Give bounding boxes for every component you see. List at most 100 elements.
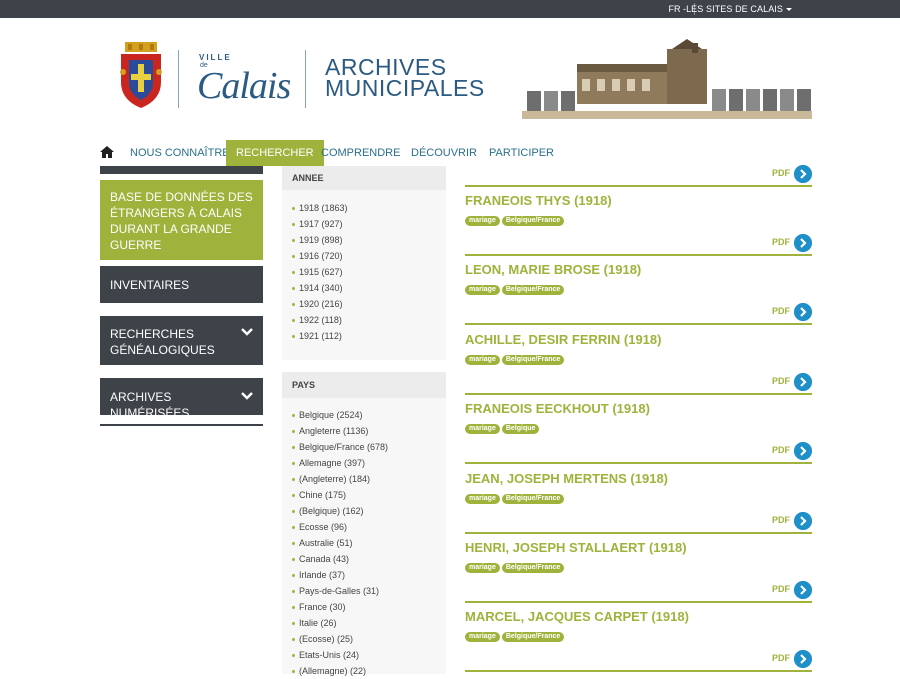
facet-pays-item[interactable]: Canada (43) <box>292 551 446 567</box>
facet-item-label: 1917 (927) <box>299 219 343 229</box>
facet-annee-item[interactable]: 1920 (216) <box>292 296 446 312</box>
facet-annee-item[interactable]: 1917 (927) <box>292 216 446 232</box>
pdf-link[interactable]: PDF <box>692 303 812 322</box>
facet-pays-item[interactable]: Belgique/France (678) <box>292 439 446 455</box>
sidebar-item-recherches-genealogiques[interactable]: RECHERCHES GÉNÉALOGIQUES <box>100 316 263 365</box>
facet-pays-item[interactable]: (Allemagne) (22) <box>292 663 446 679</box>
result-title[interactable]: JEAN, JOSEPH MERTENS (1918) <box>465 471 668 486</box>
facet-annee-item[interactable]: 1918 (1863) <box>292 200 446 216</box>
result-title[interactable]: FRANEOIS THYS (1918) <box>465 193 612 208</box>
tag-badge[interactable]: mariage <box>465 216 500 226</box>
tag-badge[interactable]: Belgique/France <box>501 285 565 296</box>
tag-badge[interactable]: Belgique/France <box>501 632 565 643</box>
result-tags: mariage Belgique <box>465 424 541 435</box>
facet-item-label: Etats-Unis (24) <box>299 650 360 660</box>
facet-pays-item[interactable]: (Belgique) (162) <box>292 503 446 519</box>
facet-annee-item[interactable]: 1919 (898) <box>292 232 446 248</box>
calais-crest-logo[interactable] <box>119 42 163 112</box>
pdf-label: PDF <box>772 306 790 317</box>
facet-annee-item[interactable]: 1916 (720) <box>292 248 446 264</box>
facet-pays-item[interactable]: France (30) <box>292 599 446 615</box>
facet-pays-item[interactable]: Italie (26) <box>292 615 446 631</box>
pdf-label: PDF <box>772 514 790 525</box>
tag-badge[interactable]: Belgique/France <box>501 493 565 504</box>
tag-badge[interactable]: mariage <box>465 632 500 643</box>
facet-annee-item[interactable]: 1914 (340) <box>292 280 446 296</box>
sidebar-item-partial[interactable] <box>100 166 263 174</box>
tag-badge[interactable]: Belgique/France <box>501 354 565 365</box>
pdf-link[interactable]: PDF <box>692 165 812 183</box>
site-title[interactable]: ARCHIVES MUNICIPALES <box>325 56 485 100</box>
divider <box>465 670 812 673</box>
facet-pays-item[interactable]: Pays-de-Galles (31) <box>292 583 446 599</box>
sites-menu[interactable]: LES SITES DE CALAIS <box>686 4 792 14</box>
bullet-icon <box>292 574 295 578</box>
tag-badge[interactable]: Belgique/France <box>501 216 565 226</box>
language-switch[interactable]: FR - <box>669 4 687 14</box>
facet-pays-item[interactable]: Chine (175) <box>292 487 446 503</box>
tag-badge[interactable]: mariage <box>465 493 500 504</box>
nav-item-nous-connaitre[interactable]: NOUS CONNAÎTRE <box>130 140 230 166</box>
calais-logo-text[interactable]: Calais <box>197 64 291 108</box>
facet-pays-item[interactable]: Etats-Unis (24) <box>292 647 446 663</box>
bullet-icon <box>292 446 295 450</box>
facet-item-label: 1922 (118) <box>299 315 342 325</box>
sidebar-item-label: ARCHIVES NUMÉRISÉES <box>110 390 190 420</box>
sidebar-item-base-etrangers[interactable]: BASE DE DONNÉES DES ÉTRANGERS À CALAIS D… <box>100 180 263 260</box>
pdf-link[interactable]: PDF <box>692 650 812 669</box>
bullet-icon <box>292 606 295 610</box>
bullet-icon <box>292 239 295 243</box>
pdf-label: PDF <box>772 445 790 456</box>
facet-pays-item[interactable]: (Ecosse) (25) <box>292 631 446 647</box>
facet-pays-item[interactable]: Allemagne (397) <box>292 455 446 471</box>
pdf-label: PDF <box>772 237 790 247</box>
pdf-link[interactable]: PDF <box>692 581 812 599</box>
arrow-right-icon <box>794 511 812 530</box>
pdf-link[interactable]: PDF <box>692 442 812 461</box>
facet-annee-item[interactable]: 1921 (112) <box>292 328 446 344</box>
result-title[interactable]: FRANEOIS EECKHOUT (1918) <box>465 401 650 416</box>
tag-badge[interactable]: mariage <box>465 424 500 435</box>
pdf-link[interactable]: PDF <box>692 372 812 391</box>
arrow-right-icon <box>794 442 812 461</box>
pdf-link[interactable]: PDF <box>692 511 812 530</box>
facet-item-label: Belgique/France (678) <box>299 442 389 452</box>
facet-item-label: (Belgique) (162) <box>299 506 364 516</box>
tag-badge[interactable]: mariage <box>465 563 500 573</box>
sidebar-item-archives-numerisees[interactable]: ARCHIVES NUMÉRISÉES <box>100 378 263 420</box>
sidebar-item-inventaires[interactable]: INVENTAIRES <box>100 266 263 303</box>
facet-pays-item[interactable]: Angleterre (1136) <box>292 423 446 439</box>
facet-annee-item[interactable]: 1922 (118) <box>292 312 446 328</box>
nav-item-rechercher[interactable]: RECHERCHER <box>226 140 324 166</box>
pdf-link[interactable]: PDF <box>692 234 812 252</box>
facet-pays-item[interactable]: Belgique (2524) <box>292 407 446 423</box>
nav-item-decouvrir[interactable]: DÉCOUVRIR <box>411 140 477 166</box>
bullet-icon <box>292 462 295 466</box>
facet-pays-item[interactable]: (Angleterre) (184) <box>292 471 446 487</box>
facet-pays-item[interactable]: Irlande (37) <box>292 567 446 583</box>
bullet-icon <box>292 590 295 594</box>
tag-badge[interactable]: mariage <box>465 285 500 296</box>
nav-item-participer[interactable]: PARTICIPER <box>489 140 554 166</box>
tag-badge[interactable]: Belgique/France <box>501 563 565 573</box>
bullet-icon <box>292 622 295 626</box>
tag-badge[interactable]: mariage <box>465 354 500 365</box>
nav-item-comprendre[interactable]: COMPRENDRE <box>321 140 400 166</box>
bullet-icon <box>292 335 295 339</box>
result-title[interactable]: HENRI, JOSEPH STALLAERT (1918) <box>465 540 687 555</box>
facet-item-label: Angleterre (1136) <box>299 426 369 436</box>
facet-annee-item[interactable]: 1915 (627) <box>292 264 446 280</box>
facet-pays-item[interactable]: Ecosse (96) <box>292 519 446 535</box>
tag-badge[interactable]: Belgique <box>501 424 540 435</box>
divider <box>465 254 812 256</box>
home-icon[interactable] <box>100 145 114 159</box>
result-title[interactable]: ACHILLE, DESIR FERRIN (1918) <box>465 332 661 347</box>
bullet-icon <box>292 207 295 211</box>
facet-pays-item[interactable]: Australie (51) <box>292 535 446 551</box>
result-title[interactable]: MARCEL, JACQUES CARPET (1918) <box>465 609 689 624</box>
facet-item-label: 1914 (340) <box>299 283 343 293</box>
pdf-label: PDF <box>772 584 790 594</box>
result-title[interactable]: LEON, MARIE BROSE (1918) <box>465 262 641 277</box>
divider <box>465 185 812 187</box>
arrow-right-icon <box>794 234 812 252</box>
